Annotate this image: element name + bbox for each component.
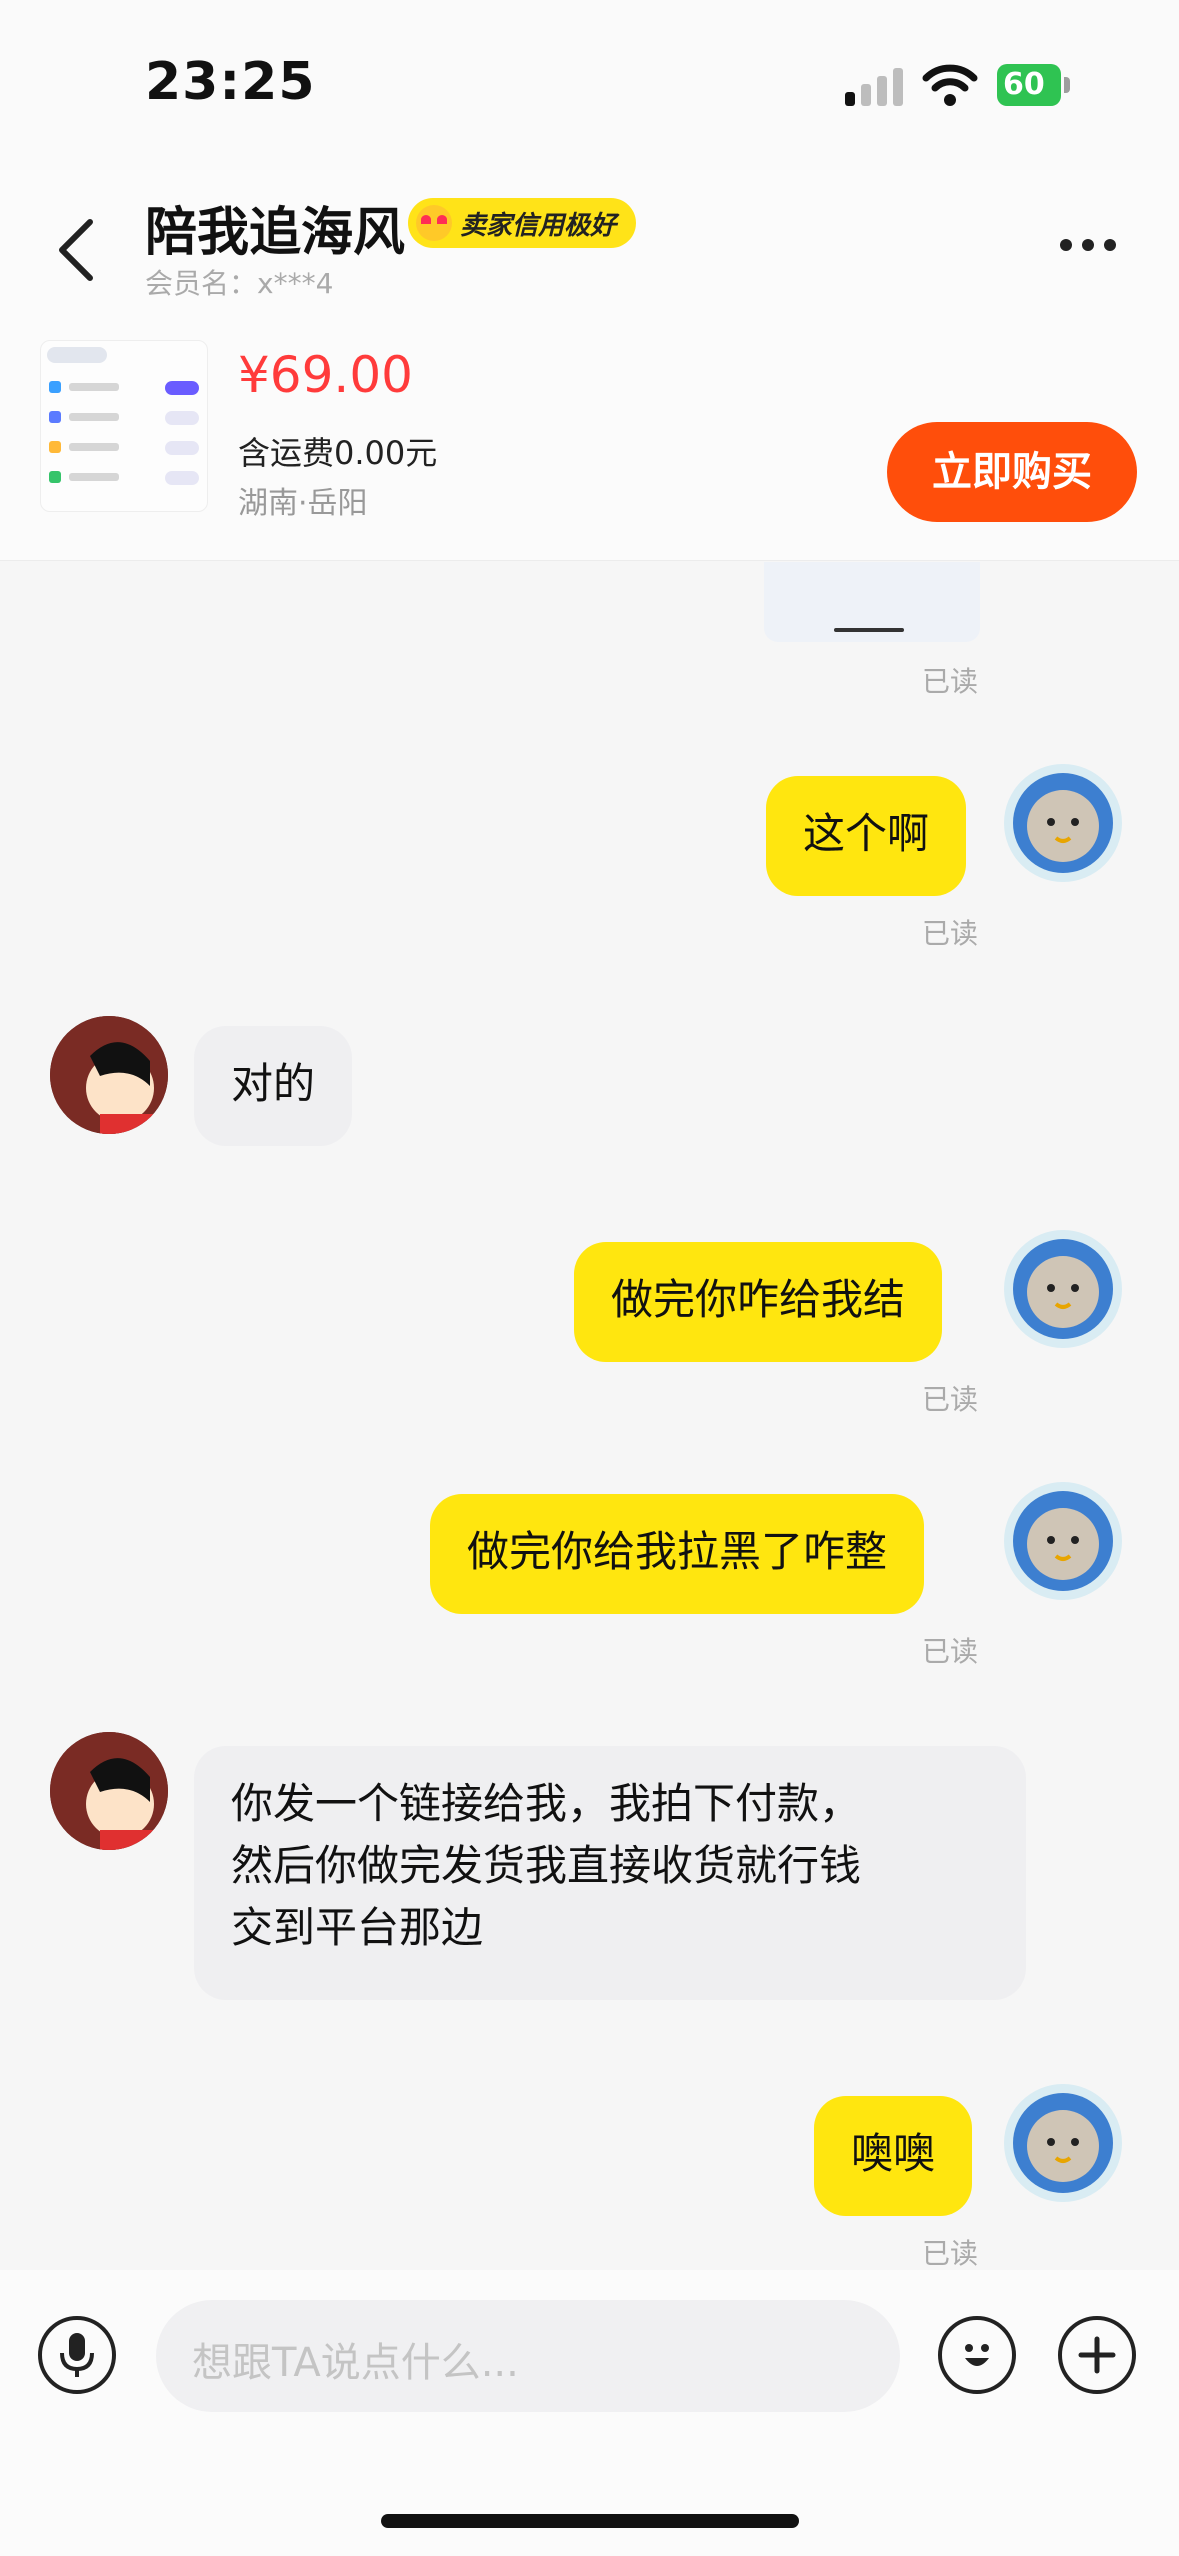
my-avatar[interactable] <box>1004 764 1122 882</box>
message-line: 交到平台那边 <box>231 1903 484 1952</box>
home-indicator[interactable] <box>381 2514 799 2528</box>
my-avatar[interactable] <box>1004 2084 1122 2202</box>
image-message[interactable] <box>764 562 980 642</box>
message-line: 你发一个链接给我，我拍下付款， <box>231 1779 862 1828</box>
member-label: 会员名： <box>145 267 258 300</box>
peer-message-bubble[interactable]: 你发一个链接给我，我拍下付款， 然后你做完发货我直接收货就行钱 交到平台那边 <box>194 1746 1026 2000</box>
read-status: 已读 <box>922 1635 979 1668</box>
peer-message-bubble[interactable]: 对的 <box>194 1026 353 1146</box>
member-name: x***4 <box>257 267 334 300</box>
read-status: 已读 <box>922 1383 979 1416</box>
status-time: 23:25 <box>145 52 316 112</box>
product-location: 湖南·岳阳 <box>238 486 368 521</box>
member-info: 会员名：x***4 <box>145 262 333 302</box>
battery-level: 60 <box>1003 67 1045 102</box>
cellular-signal-icon <box>845 66 905 106</box>
status-bar: 23:25 60 <box>0 0 1179 170</box>
seller-credit-badge: 卖家信用极好 <box>408 198 637 248</box>
read-status: 已读 <box>922 917 979 950</box>
input-placeholder: 想跟TA说点什么... <box>192 2340 519 2386</box>
buy-now-button[interactable]: 立即购买 <box>887 422 1137 522</box>
message-input[interactable]: 想跟TA说点什么... <box>156 2300 900 2412</box>
message-line: 然后你做完发货我直接收货就行钱 <box>231 1841 862 1890</box>
shipping-fee: 含运费0.00元 <box>238 434 438 472</box>
read-status: 已读 <box>922 2237 979 2270</box>
peer-avatar[interactable] <box>50 1732 168 1850</box>
read-status: 已读 <box>922 665 979 698</box>
my-message-bubble[interactable]: 做完你给我拉黑了咋整 <box>430 1494 925 1614</box>
product-price: ¥69.00 <box>238 346 413 404</box>
my-avatar[interactable] <box>1004 1482 1122 1600</box>
microphone-icon[interactable] <box>38 2316 116 2394</box>
peer-avatar[interactable] <box>50 1016 168 1134</box>
product-thumbnail[interactable] <box>40 340 208 512</box>
my-avatar[interactable] <box>1004 1230 1122 1348</box>
heart-eyes-icon <box>416 205 452 241</box>
wifi-icon <box>922 64 978 106</box>
smiley-icon[interactable] <box>938 2316 1016 2394</box>
badge-label: 卖家信用极好 <box>460 210 617 241</box>
chevron-left-icon[interactable] <box>46 210 106 290</box>
plus-icon[interactable] <box>1058 2316 1136 2394</box>
chat-header: 陪我追海风 卖家信用极好 会员名：x***4 ¥69.00 含运费0.00元 湖… <box>0 170 1179 561</box>
more-dots-icon[interactable] <box>1060 230 1130 260</box>
my-message-bubble[interactable]: 这个啊 <box>766 776 967 896</box>
my-message-bubble[interactable]: 噢噢 <box>814 2096 973 2216</box>
chat-title: 陪我追海风 <box>145 203 406 263</box>
my-message-bubble[interactable]: 做完你咋给我结 <box>574 1242 943 1362</box>
battery-icon: 60 <box>997 64 1070 106</box>
